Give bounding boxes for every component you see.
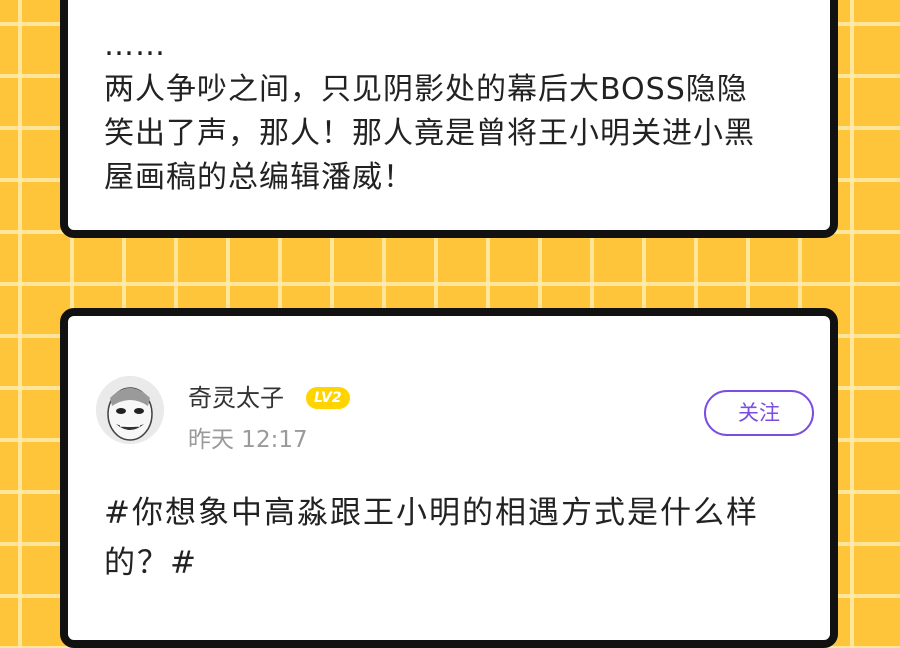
avatar-icon <box>96 376 164 444</box>
avatar[interactable] <box>96 376 164 444</box>
post-card-top: …… 两人争吵之间，只见阴影处的幕后大BOSS隐隐 笑出了声，那人！那人竟是曾将… <box>60 0 838 238</box>
post-card-bottom: 奇灵太子 LV2 昨天 12:17 关注 #你想象中高淼跟王小明的相遇方式是什么… <box>60 308 838 648</box>
post-time: 昨天 12:17 <box>188 427 308 453</box>
username[interactable]: 奇灵太子 <box>188 378 284 413</box>
post-text: #你想象中高淼跟王小明的相遇方式是什么样 的？# <box>104 495 759 581</box>
post-text: …… 两人争吵之间，只见阴影处的幕后大BOSS隐隐 笑出了声，那人！那人竟是曾将… <box>104 28 755 195</box>
follow-button[interactable]: 关注 <box>704 390 814 436</box>
level-badge: LV2 <box>306 387 350 409</box>
